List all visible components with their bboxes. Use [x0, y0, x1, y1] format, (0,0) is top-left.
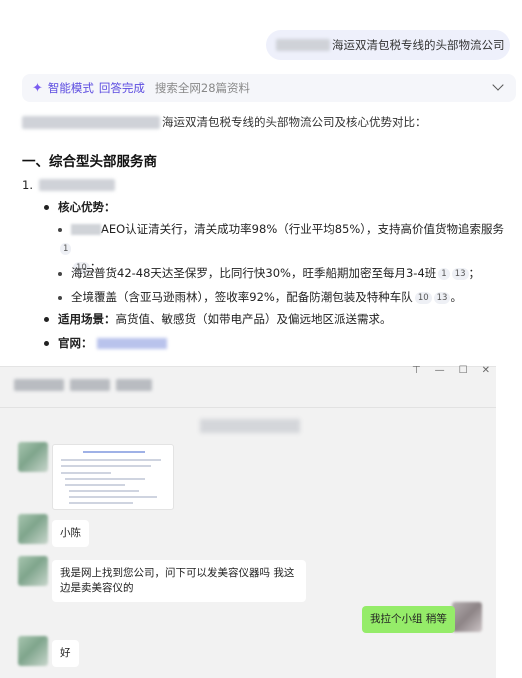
- redacted-timestamp: [200, 419, 300, 433]
- search-info: 搜索全网28篇资料: [154, 81, 251, 95]
- scenario-line: 适用场景：高货值、敏感货（如带电产品）及偏远地区派送需求。: [44, 310, 392, 329]
- bullet-dot: [44, 341, 49, 346]
- close-icon[interactable]: ✕: [482, 365, 490, 376]
- citation-badge[interactable]: 13: [451, 267, 469, 280]
- user-query-bubble: 海运双清包税专线的头部物流公司: [266, 30, 510, 60]
- redacted-text: [116, 379, 152, 391]
- avatar[interactable]: [18, 514, 48, 544]
- website-link[interactable]: [96, 338, 167, 349]
- item-heading: 1.: [22, 178, 115, 192]
- my-avatar[interactable]: [452, 602, 482, 632]
- avatar[interactable]: [18, 442, 48, 472]
- bullet-dot: [58, 295, 62, 300]
- sparkle-icon: ✦: [32, 80, 43, 96]
- redacted-text: [22, 115, 160, 129]
- section-heading: 一、综合型头部服务商: [22, 154, 157, 170]
- chat-message: 小陈: [52, 520, 89, 547]
- bullet-dot: [58, 271, 62, 276]
- avatar[interactable]: [18, 556, 48, 586]
- scene-label: 适用场景：: [58, 312, 116, 326]
- bullet-dot: [58, 227, 62, 232]
- redacted-text: [14, 379, 64, 391]
- window-controls: ⊤ — ☐ ✕: [412, 365, 490, 376]
- maximize-icon[interactable]: ☐: [459, 365, 468, 376]
- chat-title: [14, 379, 152, 391]
- redacted-text: [276, 39, 330, 51]
- punctuation: 。: [450, 290, 462, 304]
- pin-icon[interactable]: ⊤: [412, 365, 421, 376]
- intro-line: 海运双清包税专线的头部物流公司及核心优势对比：: [22, 114, 427, 130]
- advantage-point-3: 全境覆盖（含亚马逊雨林），签收率92%，配备防潮包装及特种车队 10 13。: [58, 288, 462, 307]
- user-query-text: 海运双清包税专线的头部物流公司: [332, 38, 505, 52]
- item-number: 1.: [22, 178, 33, 192]
- minimize-icon[interactable]: —: [435, 365, 445, 376]
- core-advantages-heading: 核心优势：: [44, 198, 116, 217]
- punctuation: ；: [468, 266, 481, 280]
- avatar[interactable]: [18, 636, 48, 666]
- document-thumbnail[interactable]: [52, 444, 174, 510]
- citation-badge[interactable]: 1: [438, 267, 450, 280]
- citation-badge[interactable]: 1: [60, 242, 72, 255]
- redacted-company-name: [38, 179, 115, 191]
- chat-message: 我是网上找到您公司，问下可以发美容仪器吗 我这边是卖美容仪的: [52, 560, 306, 602]
- redacted-text: [70, 379, 110, 391]
- advantage-text: 全境覆盖（含亚马逊雨林），签收率92%，配备防潮包装及特种车队: [71, 290, 413, 304]
- site-label: 官网：: [58, 336, 93, 350]
- website-line: 官网：: [44, 334, 167, 353]
- chevron-down-icon[interactable]: [492, 79, 504, 91]
- citation-badge[interactable]: 13: [433, 291, 451, 304]
- mode-bar[interactable]: ✦ 智能模式 回答完成 搜索全网28篇资料: [22, 74, 516, 102]
- intro-text: 海运双清包税专线的头部物流公司及核心优势对比：: [162, 115, 427, 129]
- advantage-text: AEO认证清关行，清关成功率98%（行业平均85%），支持高价值货物追索服务: [101, 222, 505, 236]
- chat-message-mine: 我拉个小组 稍等: [362, 606, 455, 633]
- scene-text: 高货值、敏感货（如带电产品）及偏远地区派送需求。: [115, 312, 392, 326]
- chat-message: 好: [52, 640, 79, 667]
- citation-badge[interactable]: 10: [414, 291, 432, 304]
- advantage-text: 海运普货42-48天达圣保罗，比同行快30%，旺季船期加密至每月3-4班: [71, 266, 437, 280]
- bullet-dot: [44, 317, 49, 322]
- mode-label: 智能模式: [47, 81, 94, 95]
- divider: [0, 407, 496, 408]
- redacted-text: [71, 224, 101, 235]
- bullet-dot: [44, 205, 49, 210]
- advantage-point-2: 海运普货42-48天达圣保罗，比同行快30%，旺季船期加密至每月3-4班 1 13；: [58, 264, 480, 283]
- core-label: 核心优势：: [58, 200, 116, 214]
- mode-status: 回答完成: [98, 81, 145, 95]
